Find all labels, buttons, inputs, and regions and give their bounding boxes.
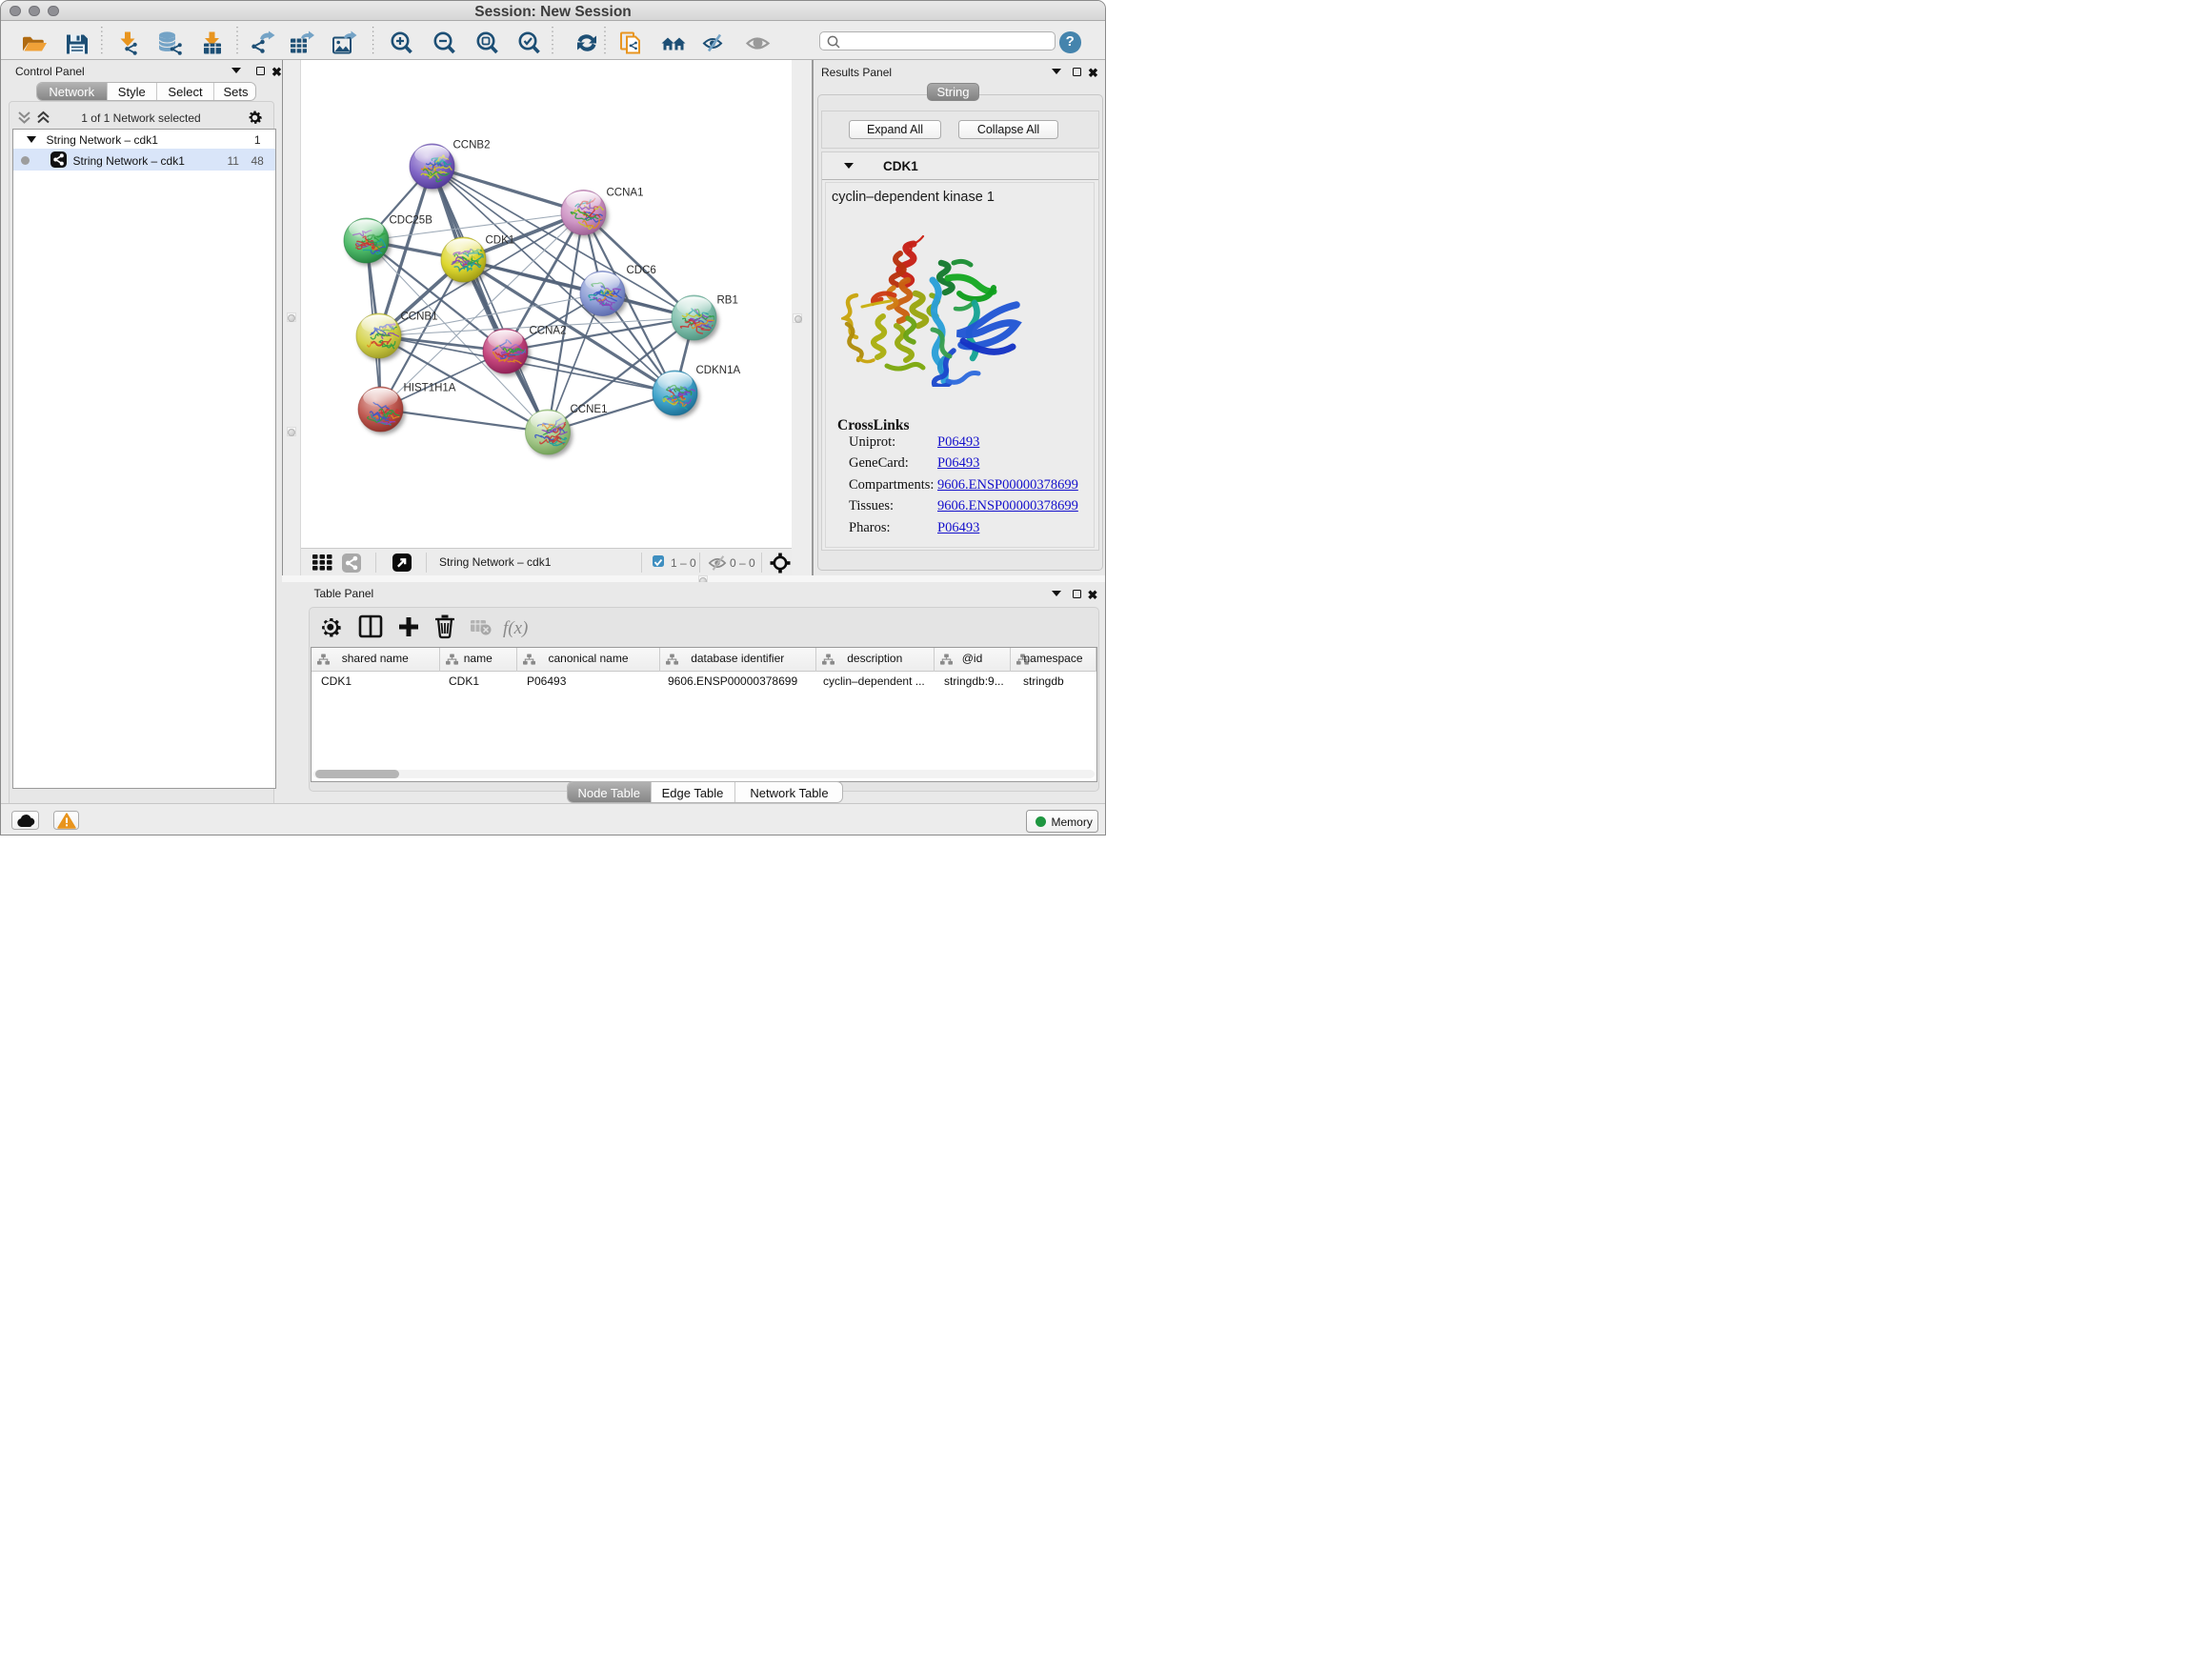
svg-text:CDC25B: CDC25B <box>389 215 432 227</box>
svg-text:f(x): f(x) <box>503 618 528 638</box>
svg-text:RB1: RB1 <box>716 295 737 307</box>
svg-text:CDKN1A: CDKN1A <box>695 365 740 376</box>
svg-text:CCNA2: CCNA2 <box>529 326 566 337</box>
svg-text:CCNB2: CCNB2 <box>452 140 490 151</box>
svg-text:CDK1: CDK1 <box>485 235 514 247</box>
svg-text:HIST1H1A: HIST1H1A <box>403 383 455 394</box>
svg-text:CCNB1: CCNB1 <box>400 312 437 323</box>
svg-text:CCNE1: CCNE1 <box>570 404 607 415</box>
svg-text:CDC6: CDC6 <box>626 265 655 276</box>
svg-text:CCNA1: CCNA1 <box>606 188 643 199</box>
